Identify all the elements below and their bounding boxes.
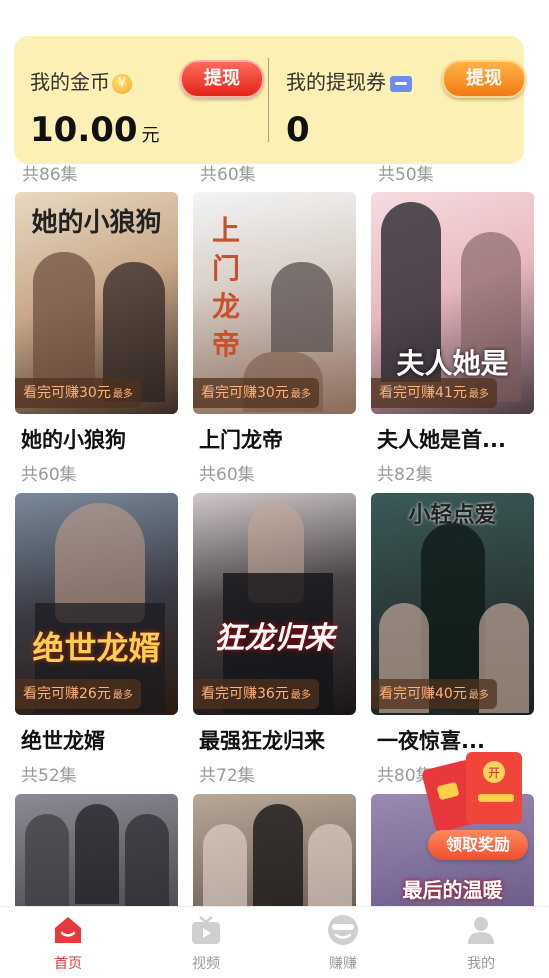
video-icon <box>192 916 220 944</box>
episode-count: 共60集 <box>199 465 255 485</box>
gold-coin-label: 我的金币 ¥ <box>30 66 132 95</box>
drama-card[interactable]: 狂龙归来 看完可赚36元 最多 最强狂龙归来 共72集 <box>193 493 356 793</box>
voucher-section: 我的提现券 提现 0 <box>286 36 526 164</box>
poster-title: 上门 龙帝 <box>211 214 240 361</box>
poster-title: 绝世龙婿 <box>32 629 161 667</box>
nav-home[interactable]: 首页 <box>28 913 108 973</box>
nav-profile[interactable]: 我的 <box>441 913 521 973</box>
home-icon <box>55 917 81 943</box>
earn-tag: 看完可赚26元 最多 <box>15 679 141 709</box>
reward-widget[interactable]: 开 领取奖励 <box>418 738 536 868</box>
episode-count: 共52集 <box>21 766 77 786</box>
drama-title: 夫人她是首... <box>377 428 506 452</box>
drama-poster <box>15 794 178 906</box>
drama-title: 她的小狼狗 <box>21 428 126 452</box>
drama-card[interactable] <box>193 794 356 906</box>
profile-icon <box>468 917 494 944</box>
earn-icon <box>328 915 358 945</box>
reward-badge: 开 <box>488 766 500 780</box>
gold-withdraw-button[interactable]: 提现 <box>180 60 264 98</box>
drama-card[interactable]: 她的小狼狗 看完可赚30元 最多 她的小狼狗 共60集 <box>15 192 178 492</box>
claim-reward-button[interactable]: 领取奖励 <box>428 830 528 860</box>
voucher-withdraw-button[interactable]: 提现 <box>442 60 526 98</box>
drama-poster: 绝世龙婿 看完可赚26元 最多 <box>15 493 178 715</box>
episode-count: 共72集 <box>199 766 255 786</box>
coin-panel: 我的金币 ¥ 提现 10.00 元 我的提现券 提现 0 <box>14 36 526 164</box>
earn-tag: 看完可赚30元 最多 <box>15 378 141 408</box>
poster-title: 最后的温暖 <box>402 878 503 902</box>
divider <box>268 58 269 142</box>
earn-tag: 看完可赚36元 最多 <box>193 679 319 709</box>
red-envelope-icon: 开 <box>422 752 522 832</box>
bottom-nav: 首页 视频 赚赚 我的 <box>0 906 549 978</box>
voucher-value: 0 <box>286 110 310 150</box>
drama-poster: 她的小狼狗 看完可赚30元 最多 <box>15 192 178 414</box>
gold-coin-section: 我的金币 ¥ 提现 10.00 元 <box>30 36 265 164</box>
gold-coin-value: 10.00 元 <box>30 110 160 150</box>
drama-title: 最强狂龙归来 <box>199 729 325 753</box>
drama-poster: 狂龙归来 看完可赚36元 最多 <box>193 493 356 715</box>
drama-poster: 夫人她是 看完可赚41元 最多 <box>371 192 534 414</box>
poster-title: 她的小狼狗 <box>31 208 162 238</box>
drama-card[interactable]: 绝世龙婿 看完可赚26元 最多 绝世龙婿 共52集 <box>15 493 178 793</box>
nav-earn[interactable]: 赚赚 <box>303 913 383 973</box>
episode-count: 共82集 <box>377 465 433 485</box>
drama-poster: 上门 龙帝 看完可赚30元 最多 <box>193 192 356 414</box>
drama-card[interactable] <box>15 794 178 906</box>
coin-icon: ¥ <box>112 73 132 94</box>
nav-video[interactable]: 视频 <box>166 913 246 973</box>
poster-title: 夫人她是 <box>396 347 509 380</box>
drama-card[interactable]: 夫人她是 看完可赚41元 最多 夫人她是首... 共82集 <box>371 192 534 492</box>
ticket-icon <box>390 75 412 92</box>
drama-title: 上门龙帝 <box>199 428 283 452</box>
poster-title: 狂龙归来 <box>214 621 335 656</box>
earn-tag: 看完可赚41元 最多 <box>371 378 497 408</box>
voucher-label: 我的提现券 <box>286 66 412 95</box>
drama-poster <box>193 794 356 906</box>
drama-card[interactable]: 上门 龙帝 看完可赚30元 最多 上门龙帝 共60集 <box>193 192 356 492</box>
episode-count: 共60集 <box>21 465 77 485</box>
drama-title: 绝世龙婿 <box>21 729 105 753</box>
earn-tag: 看完可赚40元 最多 <box>371 679 497 709</box>
drama-poster: 小轻点爱 看完可赚40元 最多 <box>371 493 534 715</box>
earn-tag: 看完可赚30元 最多 <box>193 378 319 408</box>
